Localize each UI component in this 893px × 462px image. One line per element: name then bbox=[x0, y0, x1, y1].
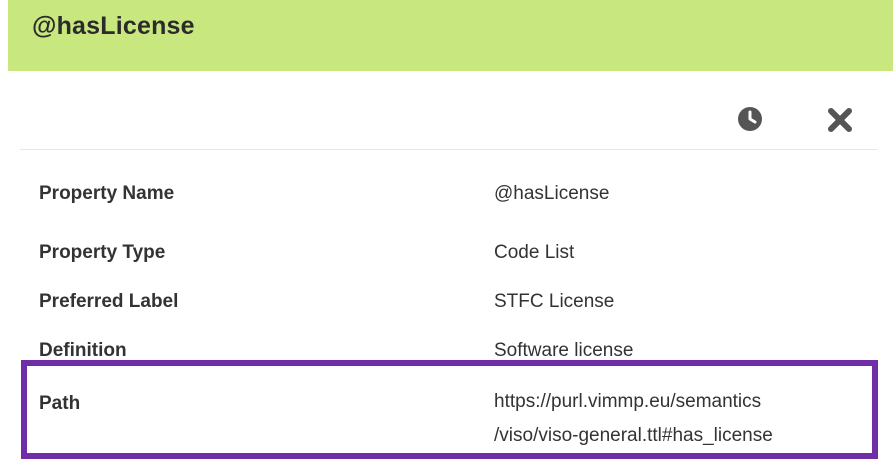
dialog-title: @hasLicense bbox=[32, 12, 195, 40]
history-icon[interactable] bbox=[737, 106, 763, 132]
path-value-line-1: https://purl.vimmp.eu/semantics bbox=[494, 391, 762, 412]
path-value-line-2: /viso/viso-general.ttl#has_license bbox=[494, 425, 773, 446]
property-name-value: @hasLicense bbox=[494, 183, 610, 204]
property-type-value: Code List bbox=[494, 242, 575, 263]
definition-value: Software license bbox=[494, 340, 634, 361]
path-label: Path bbox=[39, 393, 81, 414]
definition-label: Definition bbox=[39, 340, 127, 361]
property-type-label: Property Type bbox=[39, 242, 166, 263]
property-name-label: Property Name bbox=[39, 183, 175, 204]
close-icon[interactable] bbox=[824, 108, 856, 132]
path-value[interactable]: https://purl.vimmp.eu/semantics /viso/vi… bbox=[494, 385, 773, 453]
preferred-label-label: Preferred Label bbox=[39, 291, 179, 312]
dialog-header: @hasLicense bbox=[8, 0, 893, 71]
preferred-label-value: STFC License bbox=[494, 291, 615, 312]
toolbar-divider bbox=[20, 149, 877, 150]
